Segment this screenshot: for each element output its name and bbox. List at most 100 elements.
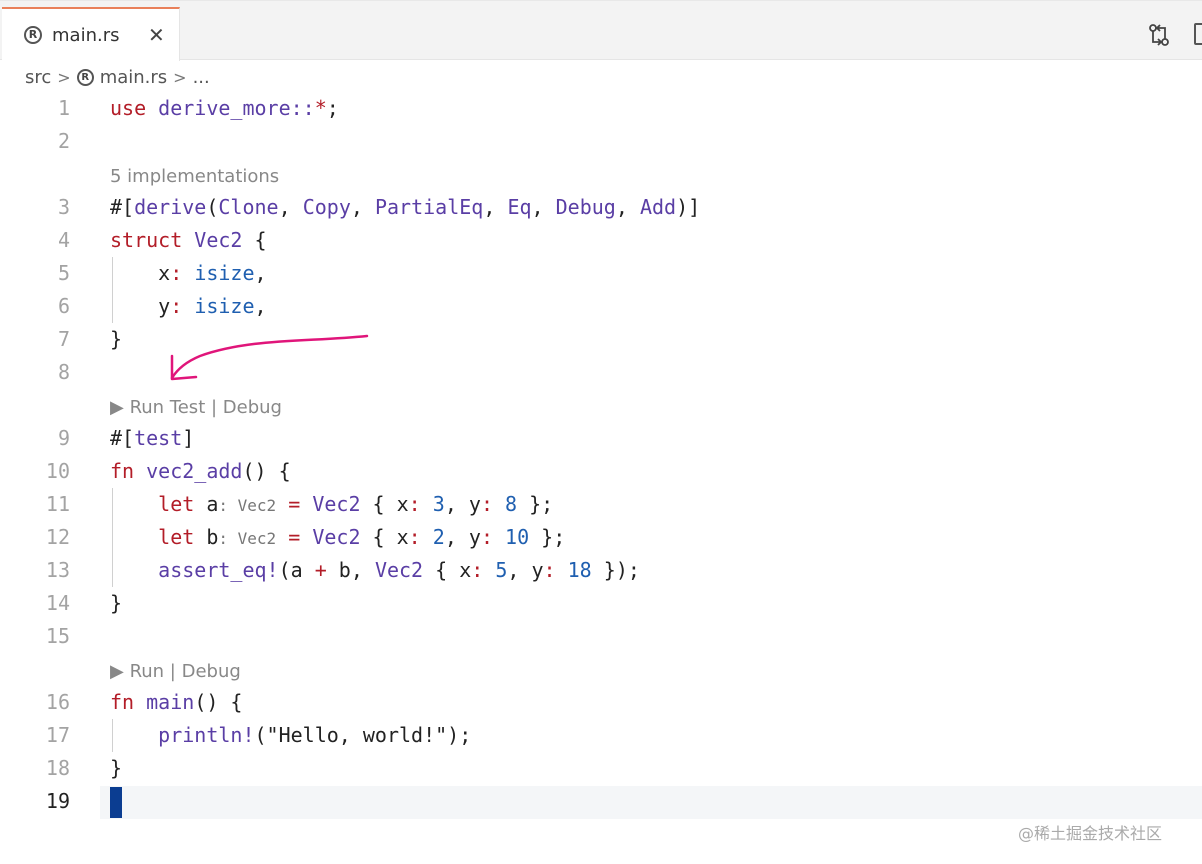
token-macro: assert_eq!	[158, 558, 279, 582]
line-number: 5	[57, 261, 70, 285]
line-number: 1	[57, 96, 70, 120]
line-number: 18	[45, 756, 70, 780]
tab-bar: R main.rs ✕	[0, 0, 1202, 61]
line-number: 6	[57, 294, 70, 318]
token-number: 3	[432, 492, 445, 516]
token-type: Copy	[302, 195, 351, 219]
token-attr: test	[134, 426, 183, 450]
token-string: ("Hello, world!");	[254, 723, 472, 747]
codelens-run[interactable]: ▶ Run | Debug	[110, 657, 241, 687]
codelens-run-test[interactable]: ▶ Run Test | Debug	[110, 393, 282, 423]
token-punct: #[	[110, 195, 135, 219]
chevron-right-icon: >	[57, 67, 71, 87]
token-punct: #[	[110, 426, 135, 450]
code-line: y: isize,	[110, 294, 267, 318]
token-type: PartialEq	[374, 195, 484, 219]
code-line: struct Vec2 {	[110, 224, 267, 257]
inlay-type-hint: Vec2	[237, 529, 277, 548]
line-number-current: 19	[45, 789, 70, 813]
token-path: derive_more::	[146, 96, 315, 120]
token-number: 2	[432, 525, 445, 549]
breadcrumb-symbol[interactable]: ...	[193, 67, 210, 88]
token-number: 8	[505, 492, 518, 516]
breadcrumb-folder[interactable]: src	[25, 67, 51, 88]
token-field: y	[110, 294, 171, 318]
token-keyword: let	[158, 492, 195, 516]
annotation-arrow-icon	[170, 334, 369, 381]
token-punct: () {	[194, 690, 243, 714]
token-punct: {	[242, 228, 267, 252]
token-function: vec2_add	[146, 459, 243, 483]
line-number: 8	[57, 360, 70, 384]
line-number: 10	[45, 459, 70, 483]
watermark: @稀土掘金技术社区	[1018, 824, 1163, 843]
tab-main-rs[interactable]: R main.rs ✕	[2, 7, 180, 61]
inlay-type-hint: Vec2	[237, 496, 277, 515]
code-line: assert_eq!(a + b, Vec2 { x: 5, y: 18 });	[158, 558, 640, 582]
code-line: let a: Vec2 = Vec2 { x: 3, y: 8 };	[158, 492, 554, 516]
code-line: println!("Hello, world!");	[110, 719, 471, 752]
token-number: 5	[495, 558, 508, 582]
token-punct: ;	[326, 96, 339, 120]
chevron-right-icon: >	[173, 67, 187, 87]
line-number: 12	[45, 525, 70, 549]
line-number: 14	[45, 591, 70, 615]
code-line: use derive_more::*;	[110, 92, 339, 125]
token-glob: *	[314, 96, 327, 120]
token-type: Debug	[555, 195, 616, 219]
token-type: Vec2	[374, 558, 424, 582]
code-line: x: isize,	[110, 261, 267, 285]
token-type: Clone	[218, 195, 279, 219]
rust-file-icon: R	[24, 26, 42, 44]
split-editor-icon[interactable]	[1194, 23, 1202, 45]
code-line: fn main() {	[110, 686, 242, 719]
token-type: Add	[639, 195, 677, 219]
token-var: a	[206, 492, 219, 516]
code-line: }	[110, 327, 123, 351]
compare-changes-icon[interactable]	[1148, 23, 1170, 47]
code-line: fn vec2_add() {	[110, 455, 291, 488]
line-number: 9	[57, 426, 70, 450]
line-number: 11	[45, 492, 70, 516]
token-field: x	[110, 261, 171, 285]
token-type: Vec2	[194, 228, 243, 252]
current-line-highlight	[100, 786, 1202, 819]
token-function: main	[146, 690, 195, 714]
token-keyword: let	[158, 525, 195, 549]
token-keyword: fn	[110, 459, 135, 483]
line-number: 16	[45, 690, 70, 714]
line-number: 13	[45, 558, 70, 582]
token-attr: derive	[134, 195, 207, 219]
code-line: }	[110, 756, 123, 780]
codelens-implementations[interactable]: 5 implementations	[110, 162, 279, 192]
token-type: Vec2	[312, 492, 361, 516]
line-number: 15	[45, 624, 70, 648]
close-icon[interactable]: ✕	[148, 23, 165, 47]
code-line: }	[110, 591, 123, 615]
breadcrumb: src > R main.rs > ...	[25, 66, 210, 88]
line-number: 3	[57, 195, 70, 219]
token-primitive: isize	[194, 294, 255, 318]
line-number: 7	[57, 327, 70, 351]
code-line: #[test]	[110, 422, 194, 455]
code-line: #[derive(Clone, Copy, PartialEq, Eq, Deb…	[110, 195, 701, 219]
token-number: 10	[505, 525, 530, 549]
token-keyword: fn	[110, 690, 135, 714]
token-number: 18	[567, 558, 592, 582]
breadcrumb-file[interactable]: main.rs	[100, 67, 167, 88]
token-type: Eq	[507, 195, 532, 219]
token-type: Vec2	[312, 525, 361, 549]
line-number: 17	[45, 723, 70, 747]
token-keyword: struct	[110, 228, 183, 252]
rust-file-icon: R	[76, 68, 94, 86]
line-number: 4	[57, 228, 70, 252]
line-number: 2	[57, 129, 70, 153]
text-cursor	[110, 787, 122, 818]
token-var: b	[206, 525, 219, 549]
code-line: let b: Vec2 = Vec2 { x: 2, y: 10 };	[158, 525, 566, 549]
token-punct: () {	[242, 459, 291, 483]
token-punct: )]	[676, 195, 701, 219]
token-primitive: isize	[194, 261, 255, 285]
token-macro: println!	[158, 723, 255, 747]
token-punct: (	[206, 195, 219, 219]
